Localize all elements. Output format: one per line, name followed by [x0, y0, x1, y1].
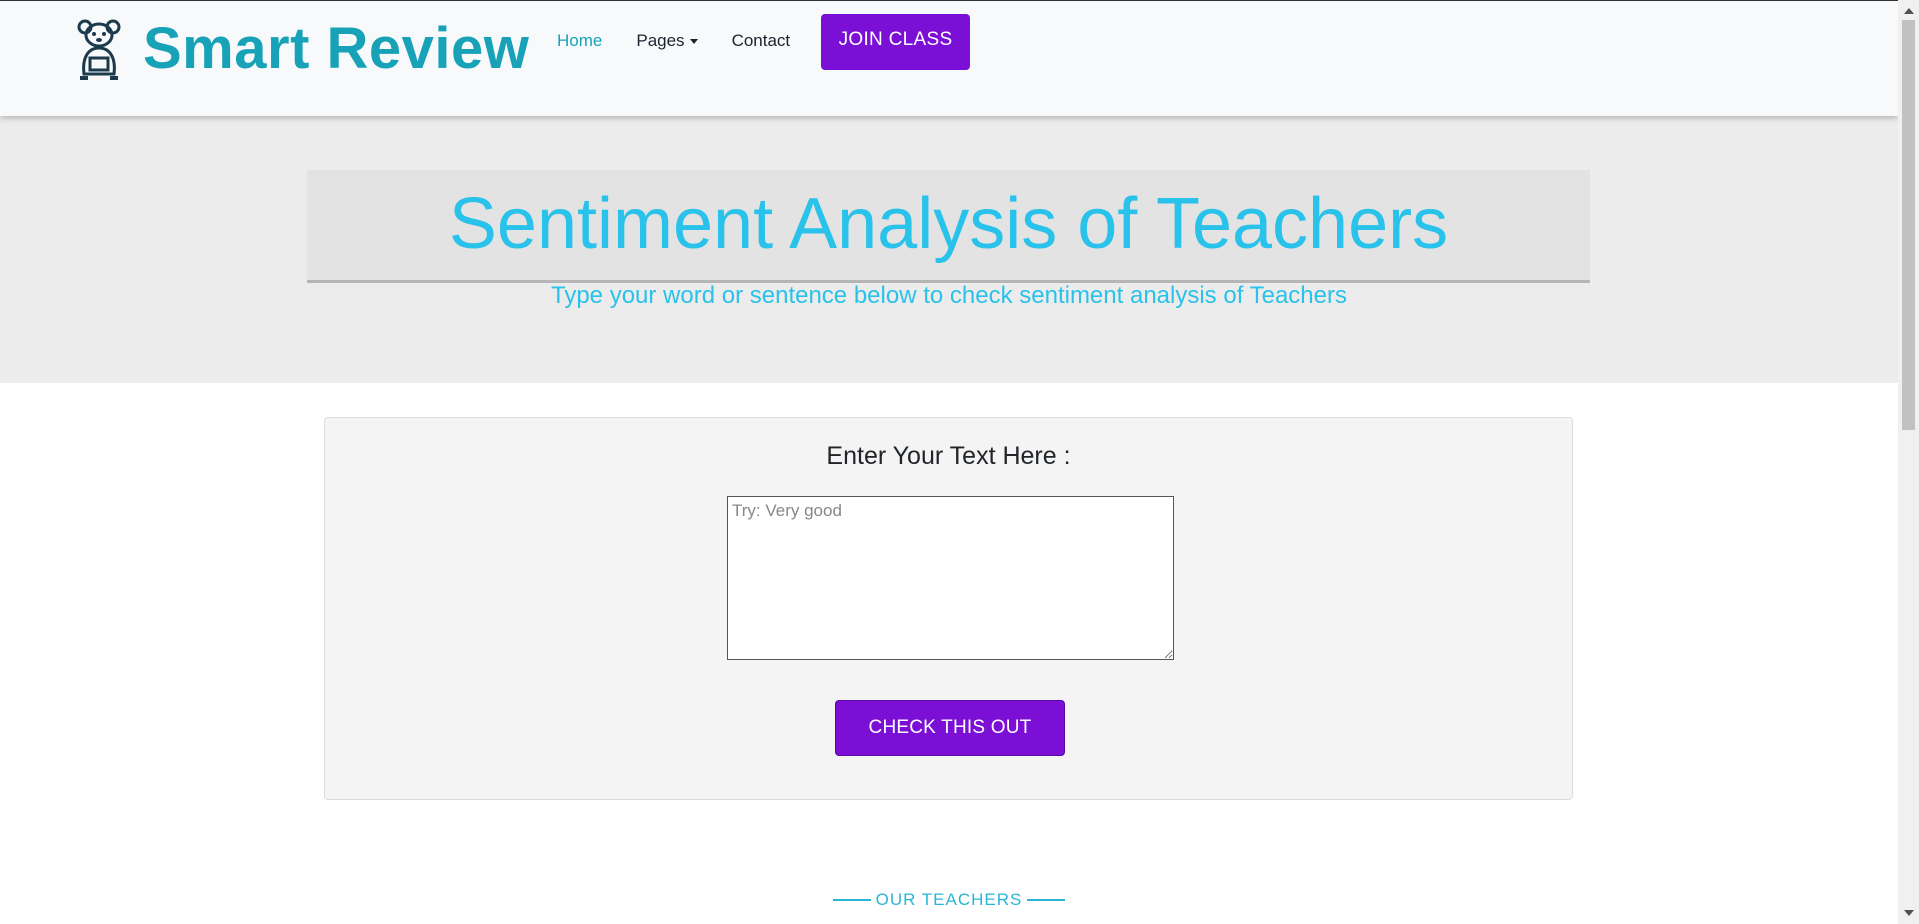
main-nav: Home Pages Contact: [557, 13, 824, 69]
nav-contact[interactable]: Contact: [732, 31, 791, 51]
hero-section: Sentiment Analysis of Teachers Type your…: [0, 115, 1898, 383]
hero-subtitle: Type your word or sentence below to chec…: [551, 282, 1347, 309]
scrollbar-thumb[interactable]: [1902, 20, 1915, 430]
vertical-scrollbar[interactable]: [1898, 0, 1919, 924]
nav-contact-label: Contact: [731, 31, 791, 50]
nav-home-label: Home: [557, 31, 603, 50]
section-heading-text: OUR TEACHERS: [875, 890, 1023, 909]
divider-line-left: [832, 899, 871, 901]
sentiment-form-card: Enter Your Text Here : CHECK THIS OUT: [324, 417, 1573, 800]
brand-name: Smart Review: [143, 16, 530, 81]
our-teachers-heading: OUR TEACHERS: [0, 890, 1898, 910]
sentiment-text-input[interactable]: [727, 496, 1174, 660]
join-class-button[interactable]: JOIN CLASS: [821, 14, 970, 70]
nav-pages-label: Pages: [636, 31, 685, 50]
caret-down-icon: [689, 38, 698, 44]
page: Smart Review Home Pages Contact JOIN CLA…: [0, 0, 1898, 924]
page-title: Sentiment Analysis of Teachers: [448, 184, 1449, 264]
hero-title-box: Sentiment Analysis of Teachers: [307, 170, 1590, 283]
check-this-out-button[interactable]: CHECK THIS OUT: [835, 700, 1065, 756]
text-input-label: Enter Your Text Here :: [826, 442, 1071, 470]
scroll-down-arrow-icon[interactable]: [1898, 904, 1919, 922]
brand-logo-link[interactable]: Smart Review: [76, 17, 529, 81]
divider-line-right: [1027, 899, 1066, 901]
nav-pages-dropdown[interactable]: Pages: [636, 31, 698, 51]
teddy-bear-icon: [77, 19, 121, 80]
navbar: Smart Review Home Pages Contact JOIN CLA…: [0, 0, 1898, 116]
nav-home[interactable]: Home: [557, 31, 602, 51]
scroll-up-arrow-icon[interactable]: [1898, 2, 1919, 20]
